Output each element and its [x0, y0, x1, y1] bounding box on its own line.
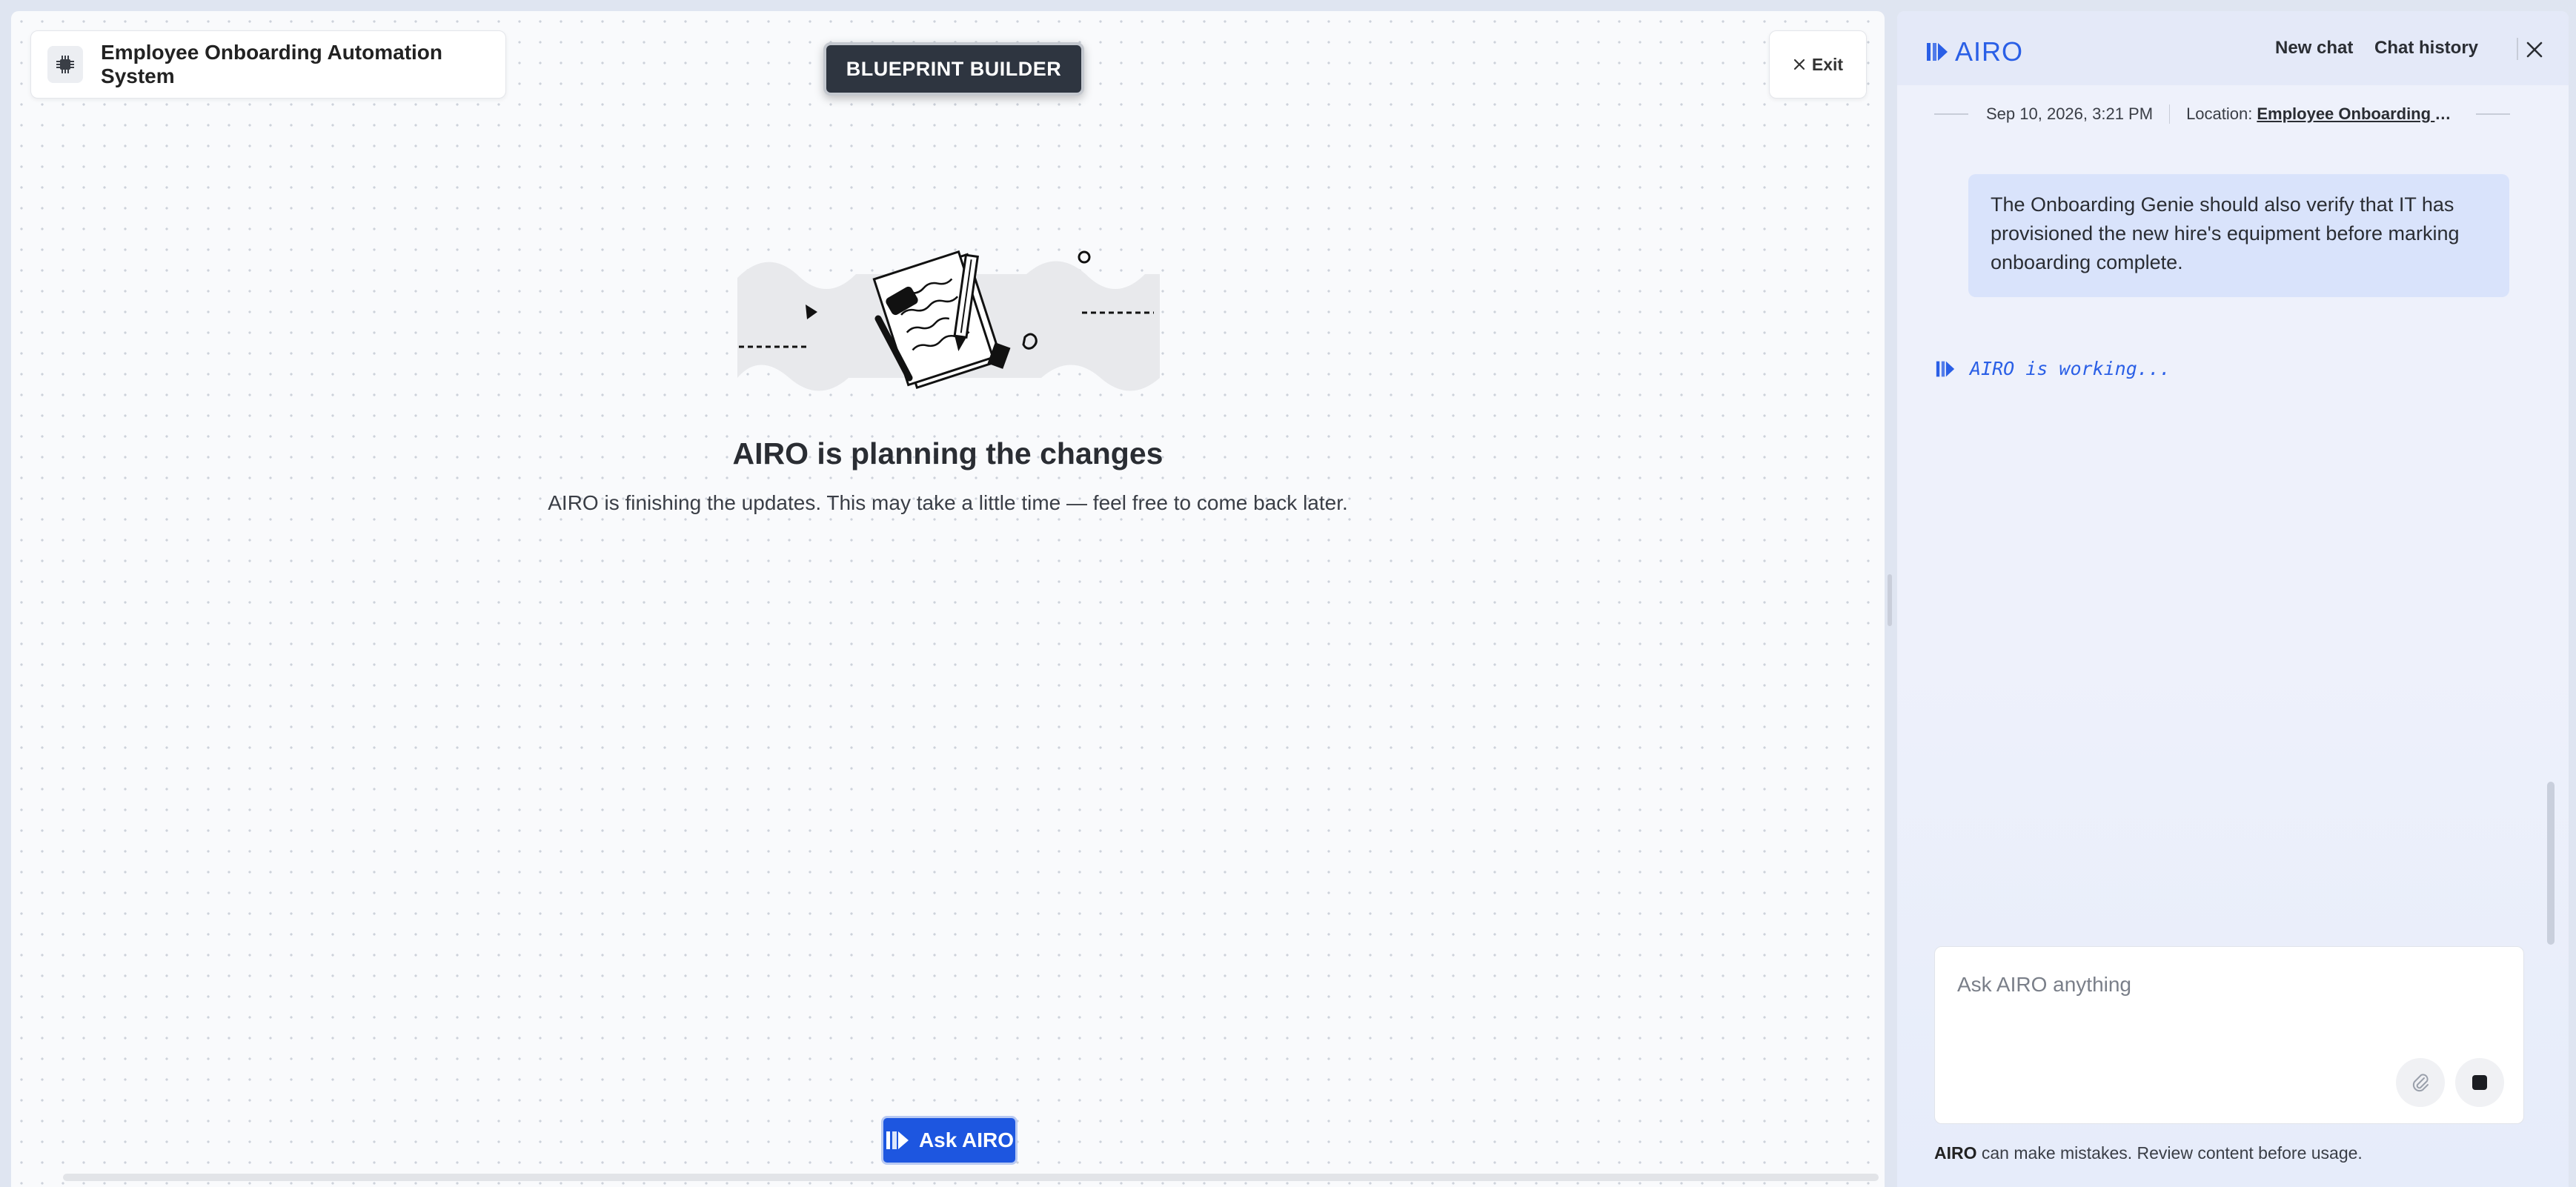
chat-scrollbar[interactable] — [2547, 782, 2555, 945]
chat-input[interactable] — [1956, 969, 2507, 1000]
project-title: Employee Onboarding Automation System — [101, 41, 443, 87]
ask-airo-button[interactable]: Ask AIRO — [881, 1116, 1018, 1165]
ask-airo-label: Ask AIRO — [918, 1128, 1015, 1151]
divider-line — [2476, 113, 2511, 115]
exit-button[interactable]: Exit — [1769, 30, 1867, 99]
status-message: AIRO is finishing the updates. This may … — [548, 491, 1348, 514]
horizontal-scrollbar[interactable] — [63, 1174, 1879, 1181]
assistant-working-indicator: AIRO is working... — [1934, 358, 2171, 379]
message-timestamp: Sep 10, 2026, 3:21 PM — [1986, 104, 2154, 123]
blueprint-canvas[interactable]: Employee Onboarding Automation System BL… — [11, 11, 1885, 1187]
paperclip-icon — [2412, 1074, 2429, 1092]
airo-icon — [886, 1131, 909, 1149]
close-icon — [2526, 41, 2543, 58]
stop-icon — [2472, 1075, 2487, 1090]
exit-label: Exit — [1811, 54, 1844, 74]
planning-illustration — [715, 233, 1175, 408]
project-card: Employee Onboarding Automation System — [30, 30, 506, 99]
chat-panel: AIRO New chat Chat history Sep 10, 2026,… — [1897, 11, 2569, 1187]
user-message-bubble: The Onboarding Genie should also verify … — [1968, 174, 2509, 297]
chat-history-button[interactable]: Chat history — [2374, 38, 2478, 59]
divider-line — [1934, 113, 1968, 115]
close-panel-button[interactable] — [2524, 39, 2545, 64]
disclaimer-brand: AIRO — [1934, 1143, 1977, 1163]
disclaimer-text: can make mistakes. Review content before… — [1976, 1143, 2363, 1163]
stop-button[interactable] — [2455, 1058, 2504, 1107]
chat-header: AIRO New chat Chat history — [1897, 11, 2569, 85]
working-text: AIRO is working... — [1970, 358, 2171, 379]
location-link[interactable]: Employee Onboarding Automation System — [2257, 104, 2458, 124]
chat-input-box — [1934, 946, 2524, 1124]
attach-button[interactable] — [2396, 1058, 2445, 1107]
disclaimer: AIRO can make mistakes. Review content b… — [1934, 1143, 2363, 1163]
close-icon — [1793, 59, 1805, 70]
meta-separator — [2169, 104, 2171, 124]
airo-logo-icon — [1927, 43, 1948, 61]
mode-badge: BLUEPRINT BUILDER — [823, 42, 1084, 96]
status-heading: AIRO is planning the changes — [732, 436, 1163, 471]
airo-icon — [1936, 361, 1955, 376]
panel-resize-handle[interactable] — [1888, 574, 1892, 626]
header-divider — [2517, 38, 2518, 60]
location-label: Location: — [2186, 104, 2253, 123]
chip-icon — [47, 46, 84, 83]
new-chat-button[interactable]: New chat — [2275, 38, 2353, 59]
airo-logo: AIRO — [1925, 36, 2023, 67]
message-meta: Sep 10, 2026, 3:21 PM Location: Employee… — [1934, 102, 2527, 127]
airo-brand-text: AIRO — [1955, 36, 2024, 67]
